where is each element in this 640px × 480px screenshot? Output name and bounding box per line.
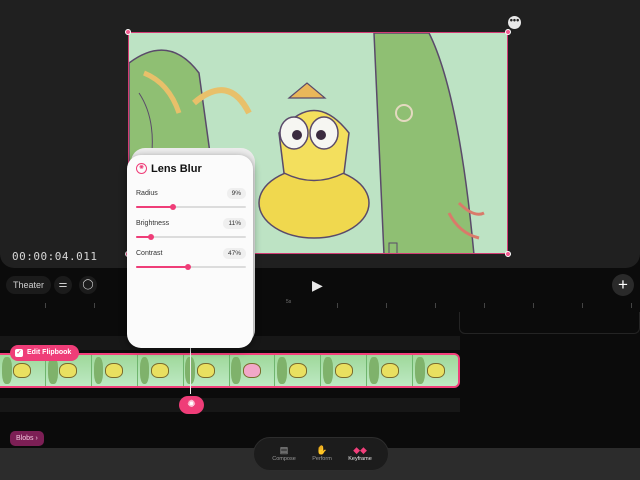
clip-frame [321, 355, 368, 386]
param-value[interactable]: 9% [226, 188, 246, 199]
hand-icon: ✋ [316, 445, 328, 455]
lens-aperture-icon[interactable]: ✺ [179, 396, 204, 414]
clip-frame [229, 355, 276, 386]
ruler-tick [533, 303, 534, 308]
edit-flipbook-label: Edit Flipbook [27, 349, 72, 356]
slider-fill [136, 266, 188, 268]
slider-knob[interactable] [148, 234, 155, 240]
speech-bubble-icon[interactable]: ◯ [79, 276, 97, 294]
nav-label: Perform [312, 456, 332, 462]
ruler-tick [45, 303, 46, 308]
nav-compose[interactable]: ▤ Compose [264, 444, 304, 462]
clip-frame [367, 355, 414, 386]
slider-knob[interactable] [170, 204, 177, 210]
param-label: Contrast [136, 250, 163, 257]
more-options-button[interactable]: ••• [508, 16, 521, 29]
clip-frame [275, 355, 322, 386]
track-panel-outline [459, 312, 640, 334]
resize-handle-bottom-right[interactable] [505, 251, 511, 257]
resize-handle-top-right[interactable] [505, 29, 511, 35]
param-label: Radius [136, 190, 158, 197]
blobs-layer-button[interactable]: Blobs › [10, 431, 44, 446]
track-lane [0, 398, 460, 412]
timeline-ruler[interactable]: 5s [0, 298, 640, 312]
ruler-tick [435, 303, 436, 308]
lens-blur-panel: ✺ Lens Blur Radius 9% Brightness 11% Con… [127, 155, 253, 348]
ruler-tick [386, 303, 387, 308]
brightness-slider[interactable] [136, 234, 246, 240]
ruler-tick [337, 303, 338, 308]
layers-icon: ▤ [279, 445, 289, 455]
clip-frame [413, 355, 458, 386]
preview-area: ••• 00:00:04.011 [0, 0, 640, 268]
param-value[interactable]: 11% [223, 218, 246, 229]
clip-frame [91, 355, 138, 386]
clip-frame [137, 355, 184, 386]
keyframe-icon: ◆◆ [353, 445, 367, 455]
mode-switcher: ▤ Compose ✋ Perform ◆◆ Keyframe [253, 437, 389, 471]
theater-button[interactable]: Theater [6, 276, 52, 294]
radius-slider[interactable] [136, 204, 246, 210]
ruler-marker-label: 5s [286, 299, 292, 305]
app-root: ••• 00:00:04.011 Theater ⚌ ◯ ▶ + 5s ✓ Ed… [0, 0, 640, 480]
play-button[interactable]: ▶ [312, 277, 323, 293]
sliders-icon[interactable]: ⚌ [54, 276, 72, 294]
lens-aperture-icon: ✺ [136, 163, 147, 174]
slider-fill [136, 206, 174, 208]
param-label: Brightness [136, 220, 170, 227]
ruler-tick [582, 303, 583, 308]
slider-knob[interactable] [184, 264, 191, 270]
ruler-tick [631, 303, 632, 308]
resize-handle-top-left[interactable] [125, 29, 131, 35]
add-button[interactable]: + [612, 274, 634, 296]
param-value[interactable]: 47% [222, 248, 246, 259]
contrast-slider[interactable] [136, 264, 246, 270]
edit-flipbook-button[interactable]: ✓ Edit Flipbook [10, 345, 80, 361]
nav-keyframe[interactable]: ◆◆ Keyframe [340, 444, 380, 462]
timecode-display: 00:00:04.011 [12, 250, 98, 263]
ruler-tick [94, 303, 95, 308]
checkbox-icon: ✓ [15, 349, 23, 357]
nav-perform[interactable]: ✋ Perform [302, 444, 342, 462]
nav-label: Keyframe [348, 456, 372, 462]
panel-title: Lens Blur [151, 163, 202, 175]
ruler-tick [484, 303, 485, 308]
nav-label: Compose [272, 456, 296, 462]
